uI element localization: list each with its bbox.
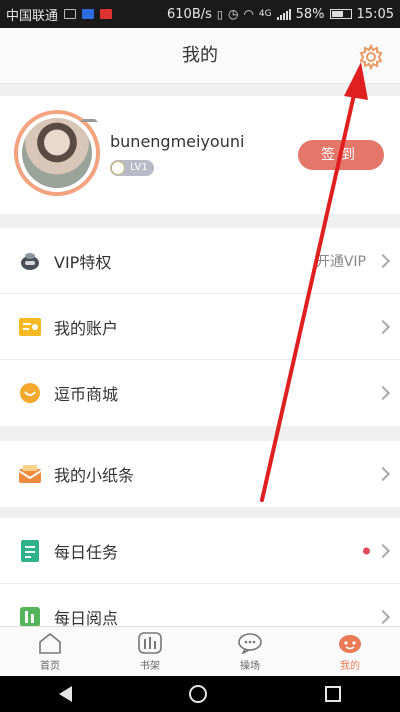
chevron-right-icon [375,466,391,482]
battery-icon [329,9,352,19]
title-bar: 我的 [0,28,400,84]
back-icon[interactable] [58,686,72,702]
menu-item-vip[interactable]: VIP特权 开通VIP [0,228,400,294]
tab-label: 首页 [40,661,60,672]
recent-apps-icon[interactable] [325,686,342,702]
menu-item-shop[interactable]: 逗币商城 [0,360,400,426]
chevron-right-icon [375,319,391,334]
network-type-text: 4G [258,9,272,19]
me-icon [336,631,364,655]
status-bar: 中国联通 610B/s ▯ ◷ ◠ 4G 58% 15:05 [0,0,400,28]
avatar-decoration-icon [80,108,98,122]
signal-icon [276,8,291,20]
menu-group-account: VIP特权 开通VIP 我的账户 逗币商城 [0,228,400,426]
tab-playground[interactable]: 操场 [200,627,300,676]
account-icon [18,315,42,339]
tab-label: 书架 [140,661,160,672]
settings-gear-icon[interactable] [358,44,384,70]
menu-item-label: 我的账户 [54,318,119,338]
signin-button[interactable]: 签到 [298,140,384,170]
profile-card[interactable]: bunengmeiyouni LV1 签到 [0,96,400,214]
avatar-photo [22,118,92,188]
vip-icon [18,249,42,273]
notification-dot [363,547,370,554]
tab-bookshelf[interactable]: 书架 [100,627,200,676]
time-text: 15:05 [356,6,394,22]
system-nav-bar [0,676,400,712]
bookshelf-icon [136,631,164,655]
menu-item-label: VIP特权 [54,252,112,272]
menu-group-notes: 我的小纸条 [0,441,400,507]
chevron-right-icon [375,385,391,401]
tab-label: 我的 [340,661,360,672]
bottom-tab-bar: 首页 书架 操场 我的 [0,626,400,676]
task-icon [18,539,42,563]
vibrate-icon: ▯ [216,7,223,21]
menu-item-account[interactable]: 我的账户 [0,294,400,360]
playground-icon [236,631,264,655]
chevron-right-icon [375,543,391,558]
tab-label: 操场 [240,661,260,672]
menu-item-daily-task[interactable]: 每日任务 [0,518,400,584]
shop-icon [18,381,42,405]
vip-open-text: 开通VIP [315,253,366,270]
level-face-icon [111,161,125,175]
net-speed-text: 610B/s [167,6,212,22]
note-icon [18,462,42,486]
page-title: 我的 [182,45,218,66]
carrier-text: 中国联通 [6,8,59,24]
app-notification-icon [82,9,95,19]
tab-home[interactable]: 首页 [0,627,100,676]
level-badge: LV1 [110,160,154,176]
menu-item-label: 我的小纸条 [54,466,135,485]
battery-text: 58% [295,6,325,22]
alarm-icon: ◷ [227,7,239,21]
username: bunengmeiyouni [110,132,245,151]
home-icon [36,631,64,655]
home-circle-icon[interactable] [189,685,208,703]
wifi-icon: ◠ [243,7,254,21]
chevron-right-icon [375,253,391,268]
chevron-right-icon [375,609,391,625]
menu-item-label: 逗币商城 [54,385,119,404]
tab-me[interactable]: 我的 [300,627,400,676]
level-text: LV1 [130,162,148,173]
menu-item-notes[interactable]: 我的小纸条 [0,441,400,507]
avatar[interactable] [14,110,100,196]
menu-item-label: 每日任务 [54,542,119,562]
app-notification-icon-2 [100,9,113,19]
notification-icon [64,9,77,19]
